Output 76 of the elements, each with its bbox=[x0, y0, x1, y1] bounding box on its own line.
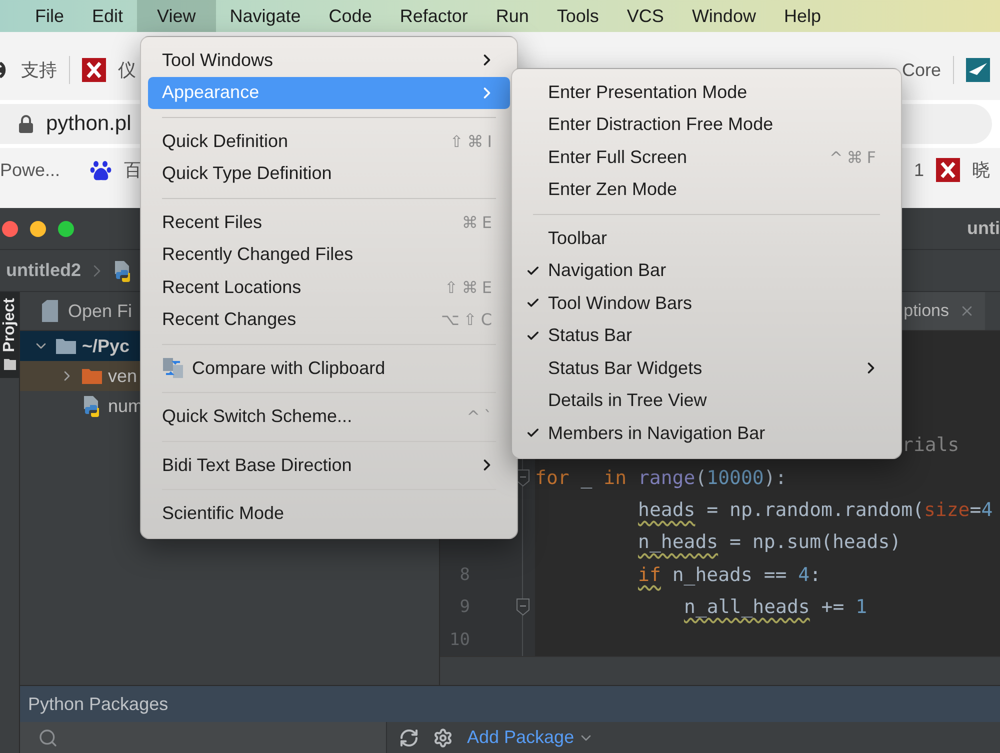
code-line: rials bbox=[902, 434, 960, 456]
code-line: heads = np.random.random(size=4 bbox=[638, 498, 993, 521]
shortcut-text: ⇧⌘E bbox=[444, 278, 496, 297]
bookmark-link[interactable]: 仪 bbox=[118, 58, 136, 82]
fold-marker-icon[interactable] bbox=[516, 598, 530, 616]
shortcut-text: ^` bbox=[466, 407, 496, 426]
tool-window-title: Python Packages bbox=[28, 694, 168, 714]
folder-icon bbox=[82, 368, 102, 384]
bookmark-link[interactable]: 1 bbox=[914, 160, 924, 180]
lock-icon bbox=[18, 114, 34, 134]
menu-item[interactable]: Compare with Clipboard bbox=[148, 352, 510, 384]
script-file-icon bbox=[113, 260, 133, 282]
bookmark-logo-icon bbox=[82, 58, 106, 82]
settings-button[interactable] bbox=[433, 728, 453, 748]
tool-window-tab[interactable]: Project bbox=[0, 292, 19, 378]
bookmark-link[interactable]: 百 bbox=[124, 158, 142, 182]
menu-item[interactable]: Toolbar bbox=[519, 222, 894, 254]
menu-item[interactable]: Enter Presentation Mode bbox=[519, 76, 894, 108]
shortcut-text: ⌘E bbox=[462, 212, 496, 232]
menu-bar-item[interactable]: Refactor bbox=[386, 0, 482, 32]
menu-item[interactable]: Recent Files ⌘E bbox=[148, 206, 510, 238]
shortcut-text: ⇧⌘I bbox=[450, 132, 496, 151]
breadcrumb-item[interactable]: untitled2 bbox=[6, 260, 81, 281]
shortcut-text: ⌥⇧C bbox=[440, 310, 496, 330]
menu-item[interactable]: Quick Type Definition bbox=[148, 158, 510, 190]
menu-bar-item[interactable]: Tools bbox=[542, 0, 613, 32]
menu-item[interactable]: Recently Changed Files bbox=[148, 238, 510, 271]
menu-bar-item[interactable]: VCS bbox=[612, 0, 678, 32]
bookmark-link[interactable]: Powe... bbox=[0, 160, 60, 180]
bookmark-link[interactable]: Core bbox=[902, 60, 941, 80]
code-line: n_all_heads += 1 bbox=[684, 596, 868, 618]
menu-bar-item[interactable]: Run bbox=[482, 0, 543, 32]
menu-bar-item[interactable]: Navigate bbox=[216, 0, 315, 32]
menu-bar-item[interactable]: File bbox=[21, 0, 78, 32]
fold-marker-icon[interactable] bbox=[516, 468, 530, 487]
folder-icon bbox=[4, 358, 16, 370]
refresh-button[interactable] bbox=[399, 728, 419, 748]
add-package-button[interactable]: Add Package bbox=[467, 727, 594, 748]
window-title: unti bbox=[967, 218, 1000, 239]
menu-item[interactable]: Tool Windows bbox=[148, 44, 510, 76]
menu-bar-item[interactable]: Edit bbox=[78, 0, 138, 32]
menu-item[interactable]: Enter Zen Mode bbox=[519, 174, 894, 206]
window-zoom-button[interactable] bbox=[58, 220, 74, 236]
paper-plane-icon bbox=[966, 58, 990, 82]
menu-item[interactable]: Scientific Mode bbox=[148, 498, 510, 530]
bookmark-link[interactable]: 支持 bbox=[21, 58, 57, 82]
window-close-button[interactable] bbox=[2, 220, 18, 236]
menu-item[interactable]: Recent Locations ⇧⌘E bbox=[148, 271, 510, 304]
menu-item[interactable]: Quick Definition ⇧⌘I bbox=[148, 125, 510, 158]
shortcut-text: ^⌘F bbox=[829, 148, 880, 167]
menu-item[interactable]: Details in Tree View bbox=[519, 384, 894, 417]
menu-item[interactable]: Enter Full Screen ^⌘F bbox=[519, 141, 894, 174]
code-line: for _ in range(10000): bbox=[535, 466, 787, 489]
bookmark-logo-icon bbox=[936, 158, 960, 182]
bookmark-link[interactable]: 晓 bbox=[972, 158, 990, 182]
menu-item[interactable]: Enter Distraction Free Mode bbox=[519, 108, 894, 141]
script-file-icon bbox=[82, 395, 102, 417]
file-icon bbox=[42, 300, 58, 322]
search-field[interactable] bbox=[20, 722, 387, 753]
menu-item[interactable]: Status Bar Widgets bbox=[519, 352, 894, 384]
menu-item[interactable]: Navigation Bar bbox=[519, 254, 894, 287]
menu-bar-item[interactable]: Help bbox=[770, 0, 835, 32]
search-icon bbox=[38, 728, 58, 748]
menu-item[interactable]: Members in Navigation Bar bbox=[519, 417, 894, 450]
code-line: n_heads = np.sum(heads) bbox=[638, 531, 902, 554]
menu-bar-item[interactable]: View bbox=[137, 0, 216, 32]
folder-icon bbox=[56, 338, 76, 354]
menu-item[interactable]: Recent Changes ⌥⇧C bbox=[148, 304, 510, 336]
menu-item[interactable]: Bidi Text Base Direction bbox=[148, 449, 510, 482]
paw-icon bbox=[90, 159, 112, 181]
panel-title[interactable]: Open Fi bbox=[68, 300, 132, 322]
menu-bar-item[interactable]: Code bbox=[314, 0, 386, 32]
window-minimize-button[interactable] bbox=[30, 220, 46, 236]
menu-bar-item[interactable]: Window bbox=[678, 0, 770, 32]
code-line: if n_heads == 4: bbox=[638, 564, 822, 586]
menu-item[interactable]: Quick Switch Scheme... ^` bbox=[148, 400, 510, 433]
